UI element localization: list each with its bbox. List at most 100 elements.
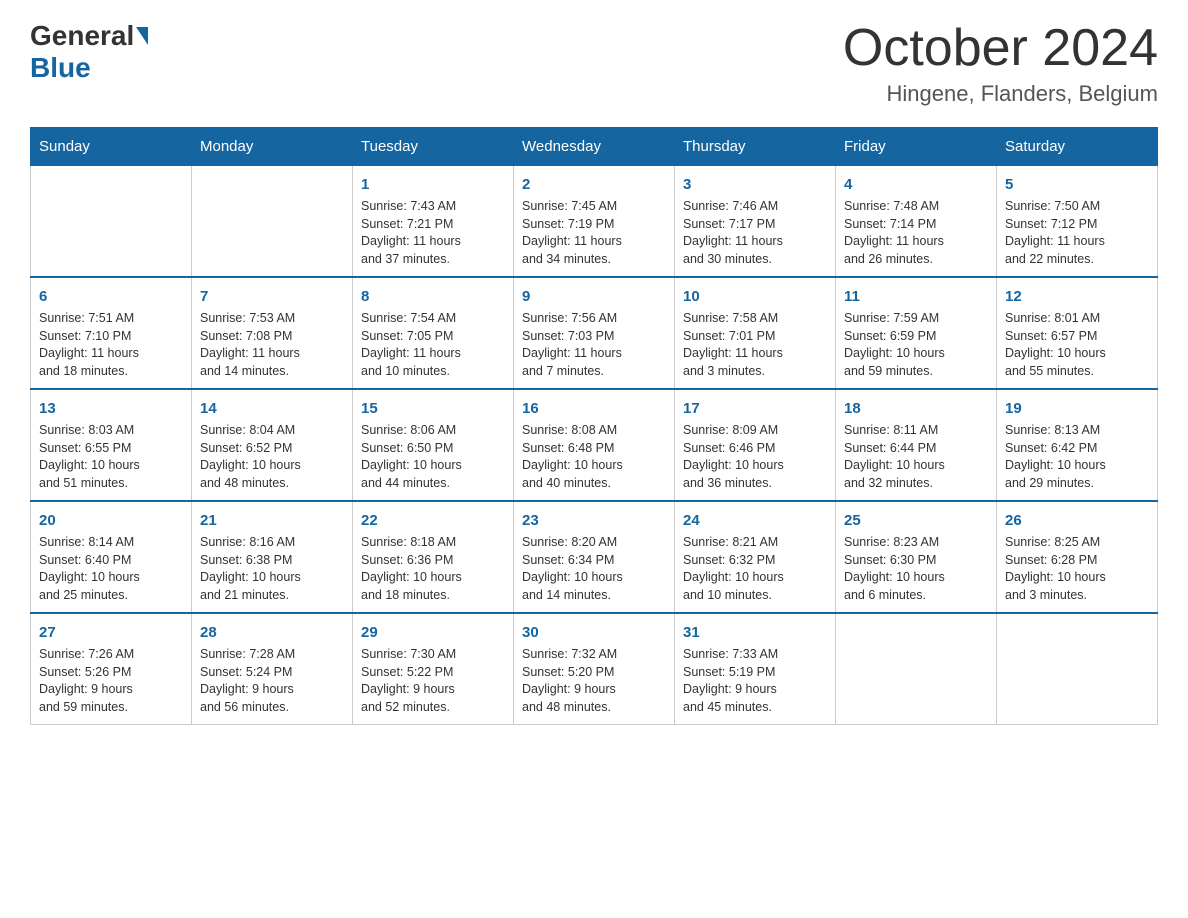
calendar-cell: 24 Sunrise: 8:21 AMSunset: 6:32 PMDayligh… xyxy=(675,501,836,613)
day-number: 17 xyxy=(683,398,827,419)
month-title: October 2024 xyxy=(843,20,1158,77)
logo-general-text: General xyxy=(30,20,134,52)
day-info: Sunrise: 8:08 AMSunset: 6:48 PMDaylight:… xyxy=(522,422,666,492)
day-number: 19 xyxy=(1005,398,1149,419)
logo-blue-text: Blue xyxy=(30,52,91,83)
day-info: Sunrise: 8:14 AMSunset: 6:40 PMDaylight:… xyxy=(39,534,183,604)
logo-arrow-icon xyxy=(136,27,148,45)
calendar-cell: 28Sunrise: 7:28 AMSunset: 5:24 PMDayligh… xyxy=(192,613,353,725)
calendar-cell xyxy=(836,613,997,725)
weekday-header-tuesday: Tuesday xyxy=(353,128,514,166)
calendar-cell: 8Sunrise: 7:54 AMSunset: 7:05 PMDaylight… xyxy=(353,277,514,389)
calendar-cell: 2Sunrise: 7:45 AMSunset: 7:19 PMDaylight… xyxy=(514,166,675,278)
logo[interactable]: General Blue xyxy=(30,20,150,84)
day-info: Sunrise: 8:23 AMSunset: 6:30 PMDaylight:… xyxy=(844,534,988,604)
day-number: 21 xyxy=(200,510,344,531)
day-info: Sunrise: 8:18 AMSunset: 6:36 PMDaylight:… xyxy=(361,534,505,604)
calendar-cell: 25 Sunrise: 8:23 AMSunset: 6:30 PMDayligh… xyxy=(836,501,997,613)
day-info: Sunrise: 7:56 AMSunset: 7:03 PMDaylight:… xyxy=(522,310,666,380)
weekday-header-wednesday: Wednesday xyxy=(514,128,675,166)
day-info: Sunrise: 7:43 AMSunset: 7:21 PMDaylight:… xyxy=(361,198,505,268)
day-number: 9 xyxy=(522,286,666,307)
weekday-header-saturday: Saturday xyxy=(997,128,1158,166)
day-info: Sunrise: 7:33 AMSunset: 5:19 PMDaylight:… xyxy=(683,646,827,716)
title-section: October 2024 Hingene, Flanders, Belgium xyxy=(843,20,1158,107)
calendar-cell: 31 Sunrise: 7:33 AMSunset: 5:19 PMDayligh… xyxy=(675,613,836,725)
calendar-cell: 23 Sunrise: 8:20 AMSunset: 6:34 PMDayligh… xyxy=(514,501,675,613)
day-info: Sunrise: 8:11 AMSunset: 6:44 PMDaylight:… xyxy=(844,422,988,492)
calendar-cell: 4 Sunrise: 7:48 AMSunset: 7:14 PMDaylight… xyxy=(836,166,997,278)
calendar-cell: 6Sunrise: 7:51 AMSunset: 7:10 PMDaylight… xyxy=(31,277,192,389)
day-info: Sunrise: 8:06 AMSunset: 6:50 PMDaylight:… xyxy=(361,422,505,492)
weekday-header-friday: Friday xyxy=(836,128,997,166)
calendar-week-row: 6Sunrise: 7:51 AMSunset: 7:10 PMDaylight… xyxy=(31,277,1158,389)
day-number: 7 xyxy=(200,286,344,307)
day-info: Sunrise: 7:48 AMSunset: 7:14 PMDaylight:… xyxy=(844,198,988,268)
day-info: Sunrise: 7:50 AMSunset: 7:12 PMDaylight:… xyxy=(1005,198,1149,268)
day-number: 29 xyxy=(361,622,505,643)
calendar-cell: 27Sunrise: 7:26 AMSunset: 5:26 PMDayligh… xyxy=(31,613,192,725)
day-number: 31 xyxy=(683,622,827,643)
day-number: 4 xyxy=(844,174,988,195)
day-number: 12 xyxy=(1005,286,1149,307)
day-info: Sunrise: 8:01 AMSunset: 6:57 PMDaylight:… xyxy=(1005,310,1149,380)
day-info: Sunrise: 8:16 AMSunset: 6:38 PMDaylight:… xyxy=(200,534,344,604)
calendar-cell: 18 Sunrise: 8:11 AMSunset: 6:44 PMDayligh… xyxy=(836,389,997,501)
weekday-header-monday: Monday xyxy=(192,128,353,166)
day-info: Sunrise: 7:30 AMSunset: 5:22 PMDaylight:… xyxy=(361,646,505,716)
day-number: 23 xyxy=(522,510,666,531)
calendar-week-row: 27Sunrise: 7:26 AMSunset: 5:26 PMDayligh… xyxy=(31,613,1158,725)
day-info: Sunrise: 8:03 AMSunset: 6:55 PMDaylight:… xyxy=(39,422,183,492)
day-info: Sunrise: 7:53 AMSunset: 7:08 PMDaylight:… xyxy=(200,310,344,380)
calendar-cell: 16 Sunrise: 8:08 AMSunset: 6:48 PMDayligh… xyxy=(514,389,675,501)
calendar-header-row: SundayMondayTuesdayWednesdayThursdayFrid… xyxy=(31,128,1158,166)
calendar-cell: 19Sunrise: 8:13 AMSunset: 6:42 PMDayligh… xyxy=(997,389,1158,501)
day-number: 11 xyxy=(844,286,988,307)
day-info: Sunrise: 7:46 AMSunset: 7:17 PMDaylight:… xyxy=(683,198,827,268)
day-number: 25 xyxy=(844,510,988,531)
day-info: Sunrise: 8:25 AMSunset: 6:28 PMDaylight:… xyxy=(1005,534,1149,604)
calendar-cell xyxy=(31,166,192,278)
weekday-header-thursday: Thursday xyxy=(675,128,836,166)
calendar-cell: 11Sunrise: 7:59 AMSunset: 6:59 PMDayligh… xyxy=(836,277,997,389)
calendar-cell: 1 Sunrise: 7:43 AMSunset: 7:21 PMDaylight… xyxy=(353,166,514,278)
calendar-cell: 5Sunrise: 7:50 AMSunset: 7:12 PMDaylight… xyxy=(997,166,1158,278)
day-number: 10 xyxy=(683,286,827,307)
day-info: Sunrise: 7:54 AMSunset: 7:05 PMDaylight:… xyxy=(361,310,505,380)
day-info: Sunrise: 8:20 AMSunset: 6:34 PMDaylight:… xyxy=(522,534,666,604)
page-header: General Blue October 2024 Hingene, Fland… xyxy=(30,20,1158,107)
calendar-cell: 21 Sunrise: 8:16 AMSunset: 6:38 PMDayligh… xyxy=(192,501,353,613)
calendar-cell: 12 Sunrise: 8:01 AMSunset: 6:57 PMDayligh… xyxy=(997,277,1158,389)
day-info: Sunrise: 8:09 AMSunset: 6:46 PMDaylight:… xyxy=(683,422,827,492)
calendar-table: SundayMondayTuesdayWednesdayThursdayFrid… xyxy=(30,127,1158,725)
day-info: Sunrise: 7:51 AMSunset: 7:10 PMDaylight:… xyxy=(39,310,183,380)
weekday-header-sunday: Sunday xyxy=(31,128,192,166)
day-info: Sunrise: 7:28 AMSunset: 5:24 PMDaylight:… xyxy=(200,646,344,716)
day-info: Sunrise: 8:21 AMSunset: 6:32 PMDaylight:… xyxy=(683,534,827,604)
calendar-cell: 9 Sunrise: 7:56 AMSunset: 7:03 PMDaylight… xyxy=(514,277,675,389)
calendar-cell: 29 Sunrise: 7:30 AMSunset: 5:22 PMDayligh… xyxy=(353,613,514,725)
calendar-week-row: 1 Sunrise: 7:43 AMSunset: 7:21 PMDaylight… xyxy=(31,166,1158,278)
calendar-cell xyxy=(192,166,353,278)
calendar-cell: 15 Sunrise: 8:06 AMSunset: 6:50 PMDayligh… xyxy=(353,389,514,501)
day-number: 22 xyxy=(361,510,505,531)
calendar-cell: 22 Sunrise: 8:18 AMSunset: 6:36 PMDayligh… xyxy=(353,501,514,613)
day-number: 15 xyxy=(361,398,505,419)
calendar-cell: 17 Sunrise: 8:09 AMSunset: 6:46 PMDayligh… xyxy=(675,389,836,501)
day-info: Sunrise: 7:32 AMSunset: 5:20 PMDaylight:… xyxy=(522,646,666,716)
calendar-cell: 14Sunrise: 8:04 AMSunset: 6:52 PMDayligh… xyxy=(192,389,353,501)
calendar-cell: 7 Sunrise: 7:53 AMSunset: 7:08 PMDaylight… xyxy=(192,277,353,389)
day-number: 3 xyxy=(683,174,827,195)
calendar-week-row: 13Sunrise: 8:03 AMSunset: 6:55 PMDayligh… xyxy=(31,389,1158,501)
day-number: 1 xyxy=(361,174,505,195)
day-number: 16 xyxy=(522,398,666,419)
day-number: 2 xyxy=(522,174,666,195)
calendar-cell: 26Sunrise: 8:25 AMSunset: 6:28 PMDayligh… xyxy=(997,501,1158,613)
calendar-cell: 20Sunrise: 8:14 AMSunset: 6:40 PMDayligh… xyxy=(31,501,192,613)
calendar-cell xyxy=(997,613,1158,725)
day-number: 24 xyxy=(683,510,827,531)
day-number: 18 xyxy=(844,398,988,419)
calendar-cell: 10Sunrise: 7:58 AMSunset: 7:01 PMDayligh… xyxy=(675,277,836,389)
day-number: 14 xyxy=(200,398,344,419)
calendar-cell: 3 Sunrise: 7:46 AMSunset: 7:17 PMDaylight… xyxy=(675,166,836,278)
